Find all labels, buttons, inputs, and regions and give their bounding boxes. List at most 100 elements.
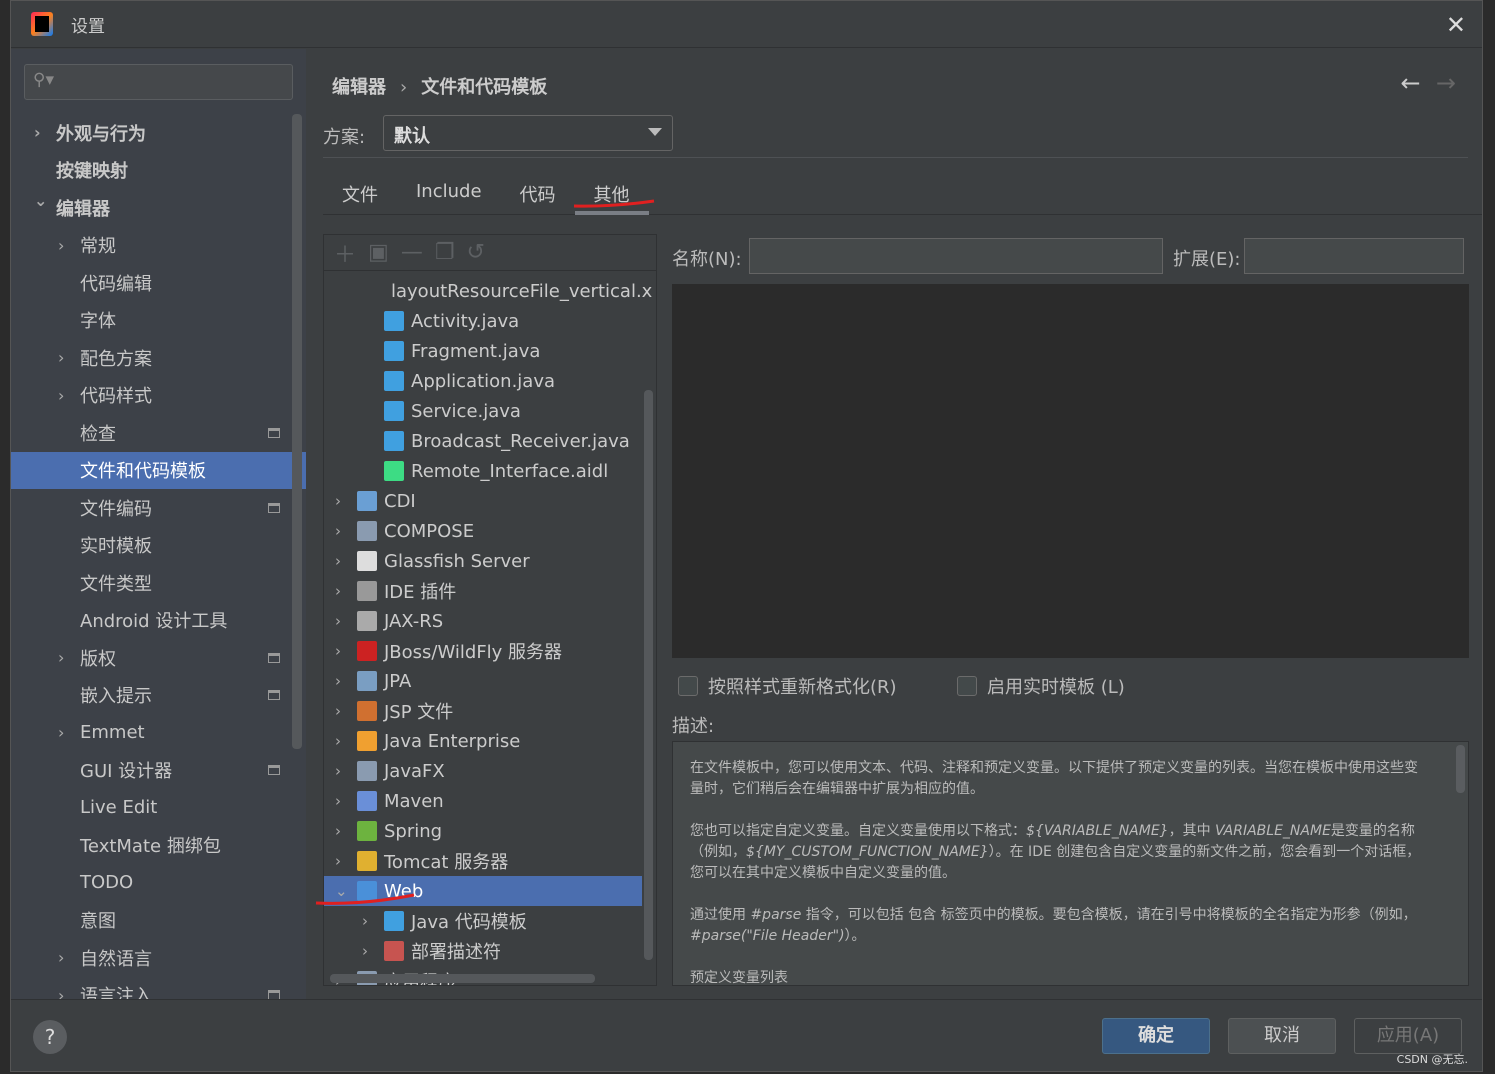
scheme-dropdown[interactable]: 默认 [383,115,673,151]
tree-horizontal-scrollbar[interactable] [330,974,595,983]
tree-item[interactable]: › JSP 文件 [324,696,642,726]
tree-item[interactable]: › Java 代码模板 [324,906,642,936]
sidebar-item[interactable]: GUI 设计器 [11,752,306,790]
chevron-right-icon[interactable]: › [335,552,341,570]
chevron-right-icon[interactable]: › [362,912,368,930]
sidebar-item[interactable]: › 常规 [11,227,306,265]
tree-item[interactable]: Activity.java [324,306,642,336]
chevron-right-icon[interactable]: › [362,942,368,960]
tree-item[interactable]: › COMPOSE [324,516,642,546]
sidebar-item[interactable]: › 外观与行为 [11,114,306,152]
chevron-right-icon[interactable]: › [335,522,341,540]
tree-item[interactable]: layoutResourceFile_vertical.x [324,276,652,306]
maven-icon [357,791,377,811]
sidebar-item[interactable]: TODO [11,864,306,902]
tree-item[interactable]: › CDI [324,486,642,516]
forward-arrow-icon[interactable]: → [1436,69,1456,97]
chevron-right-icon[interactable]: › [335,672,341,690]
name-input[interactable] [749,238,1163,274]
description-panel: 在文件模板中，您可以使用文本、代码、注释和预定义变量。以下提供了预定义变量的列表… [672,741,1469,986]
tree-item[interactable]: Service.java [324,396,642,426]
sidebar-item-label: 意图 [80,911,116,933]
ok-button[interactable]: 确定 [1102,1018,1210,1054]
sidebar-item[interactable]: 嵌入提示 [11,677,306,715]
chevron-right-icon[interactable]: › [58,348,64,367]
sidebar-item[interactable]: 字体 [11,302,306,340]
chevron-right-icon[interactable]: › [335,852,341,870]
copy-icon[interactable]: ❐ [435,240,455,265]
breadcrumb-parent[interactable]: 编辑器 [332,77,386,98]
sidebar-item[interactable]: 检查 [11,414,306,452]
sidebar-item[interactable]: › 配色方案 [11,339,306,377]
tree-item[interactable]: › JAX-RS [324,606,642,636]
sidebar-scrollbar[interactable] [292,114,302,749]
chevron-right-icon[interactable]: › [58,386,64,405]
cancel-button[interactable]: 取消 [1228,1018,1336,1054]
tab-0[interactable]: 文件 [323,169,397,214]
chevron-right-icon[interactable]: › [335,612,341,630]
tree-item[interactable]: › Spring [324,816,642,846]
tree-item[interactable]: › 部署描述符 [324,936,642,966]
tree-scrollbar[interactable] [644,390,653,960]
template-editor[interactable] [672,284,1469,658]
add-icon[interactable]: ＋ [334,237,356,269]
sidebar-item[interactable]: › 代码样式 [11,377,306,415]
chevron-right-icon[interactable]: › [335,792,341,810]
tree-item[interactable]: › JavaFX [324,756,642,786]
tree-item[interactable]: › Tomcat 服务器 [324,846,642,876]
reset-icon[interactable]: ↺ [467,240,485,265]
chevron-right-icon[interactable]: › [335,822,341,840]
close-icon[interactable]: ✕ [1446,11,1466,39]
apply-button[interactable]: 应用(A) [1354,1018,1462,1054]
tree-item[interactable]: › IDE 插件 [324,576,642,606]
tree-item[interactable]: Application.java [324,366,642,396]
live-template-checkbox[interactable]: 启用实时模板 (L) [957,673,1125,699]
tree-item[interactable]: › Java Enterprise [324,726,642,756]
sidebar-item[interactable]: › 语言注入 [11,977,306,1001]
sidebar-item[interactable]: 实时模板 [11,527,306,565]
tree-item[interactable]: › Maven [324,786,642,816]
sidebar-item[interactable]: › Emmet [11,714,306,752]
chevron-right-icon[interactable]: › [58,948,64,967]
sidebar-item[interactable]: Android 设计工具 [11,602,306,640]
sidebar-item[interactable]: 文件和代码模板 [11,451,306,489]
chevron-right-icon[interactable]: › [34,123,41,142]
help-button[interactable]: ? [33,1020,67,1054]
back-arrow-icon[interactable]: ← [1401,69,1421,97]
chevron-right-icon[interactable]: › [58,648,64,667]
remove-icon[interactable]: — [401,240,423,265]
chevron-right-icon[interactable]: › [58,723,64,742]
sidebar-item[interactable]: Live Edit [11,789,306,827]
chevron-right-icon[interactable]: › [58,236,64,255]
tree-item[interactable]: Broadcast_Receiver.java [324,426,642,456]
sidebar-item[interactable]: TextMate 捆绑包 [11,827,306,865]
chevron-right-icon[interactable]: › [335,702,341,720]
add-child-icon[interactable]: ▣ [368,240,389,265]
tree-item[interactable]: Fragment.java [324,336,642,366]
chevron-right-icon[interactable]: › [335,582,341,600]
chevron-right-icon[interactable]: › [335,492,341,510]
chevron-right-icon[interactable]: › [335,762,341,780]
tab-1[interactable]: Include [397,169,501,214]
tree-item[interactable]: › JBoss/WildFly 服务器 [324,636,642,666]
chevron-right-icon[interactable]: › [335,642,341,660]
description-scrollbar[interactable] [1456,745,1465,793]
tree-item[interactable]: › JPA [324,666,642,696]
tree-item[interactable]: Remote_Interface.aidl [324,456,642,486]
extension-input[interactable] [1244,238,1464,274]
sidebar-item[interactable]: ⌄ 编辑器 [11,189,306,227]
sidebar-item[interactable]: 意图 [11,902,306,940]
sidebar-item[interactable]: › 自然语言 [11,939,306,977]
sidebar-item[interactable]: 按键映射 [11,152,306,190]
reformat-checkbox[interactable]: 按照样式重新格式化(R) [678,673,897,699]
sidebar-item[interactable]: › 版权 [11,639,306,677]
sidebar-item[interactable]: 代码编辑 [11,264,306,302]
tab-2[interactable]: 代码 [501,169,575,214]
tree-item[interactable]: › Glassfish Server [324,546,642,576]
chevron-right-icon[interactable]: › [335,732,341,750]
sidebar-item[interactable]: 文件编码 [11,489,306,527]
sidebar-item[interactable]: 文件类型 [11,564,306,602]
breadcrumb-current: 文件和代码模板 [421,77,548,98]
chevron-down-icon[interactable]: ⌄ [34,191,47,210]
search-input[interactable]: ⚲▾ [24,64,293,100]
